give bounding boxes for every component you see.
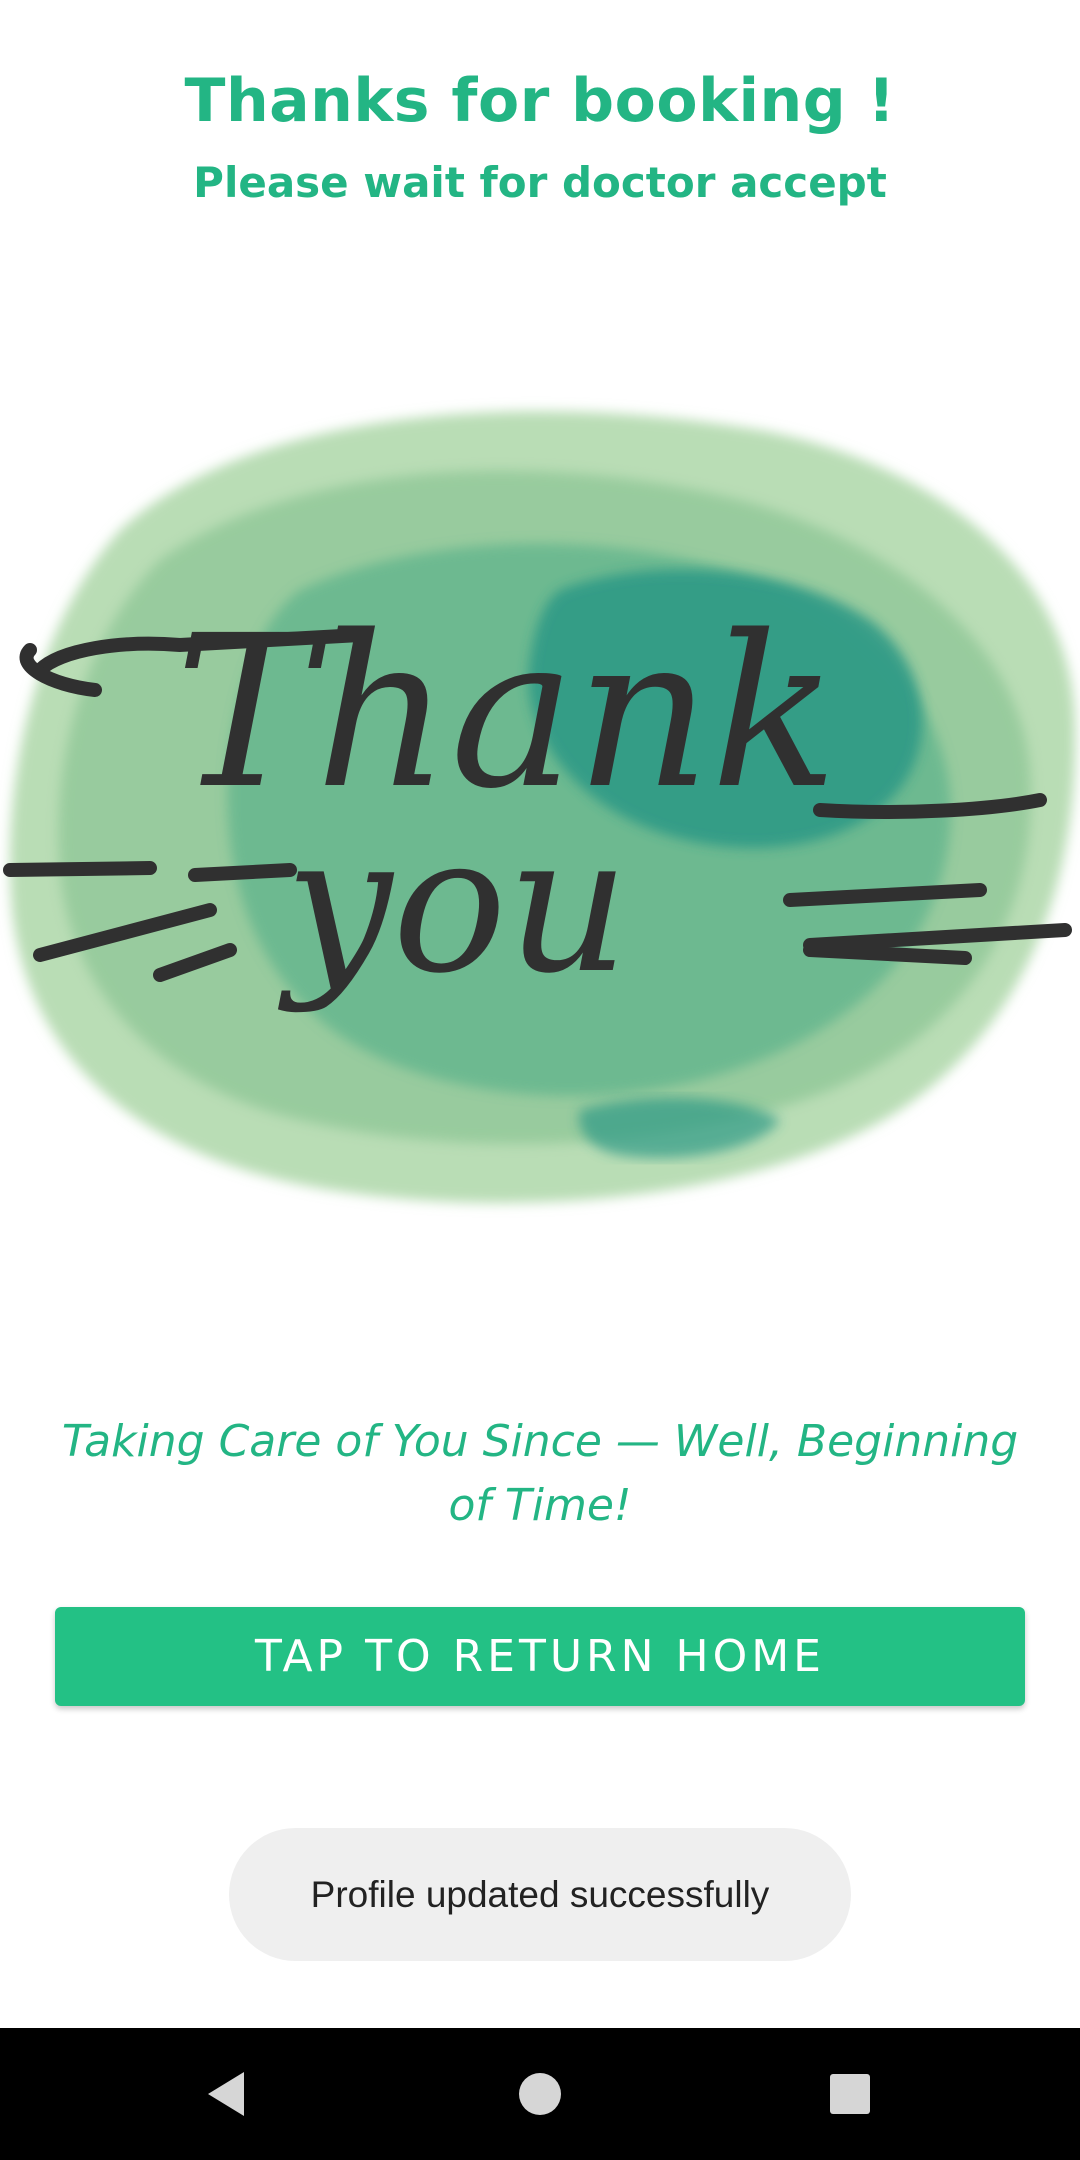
return-home-button[interactable]: TAP TO RETURN HOME: [55, 1607, 1025, 1706]
page-subtitle: Please wait for doctor accept: [193, 158, 887, 207]
back-triangle-icon[interactable]: [196, 2064, 256, 2124]
thank-you-illustration: Thank you: [0, 390, 1080, 1230]
system-navigation-bar: [0, 2028, 1080, 2160]
toast-message: Profile updated successfully: [229, 1828, 851, 1961]
thank-you-watercolor-icon: Thank you: [3, 411, 1076, 1204]
home-circle-icon[interactable]: [510, 2064, 570, 2124]
tagline-text: Taking Care of You Since — Well, Beginni…: [61, 1416, 1019, 1531]
page-title: Thanks for booking !: [184, 66, 896, 136]
booking-confirmation-screen: Thanks for booking ! Please wait for doc…: [0, 0, 1080, 2160]
you-lettering: you: [277, 794, 629, 1015]
recents-square-icon[interactable]: [820, 2064, 880, 2124]
